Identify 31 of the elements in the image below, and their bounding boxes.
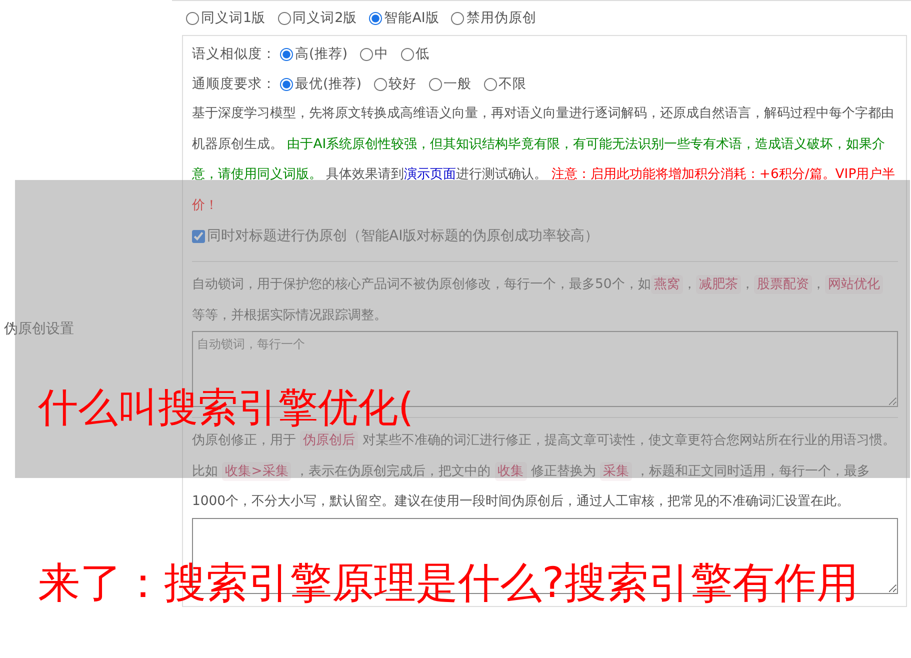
radio-button[interactable] xyxy=(280,48,293,60)
demo-link[interactable]: 演示页面 xyxy=(404,167,456,182)
section-label: 伪原创设置 xyxy=(4,320,74,338)
radio-button[interactable] xyxy=(374,78,387,90)
option-label[interactable]: 低 xyxy=(416,45,430,63)
radio-button[interactable] xyxy=(400,48,414,60)
option-label[interactable]: 一般 xyxy=(444,75,472,93)
lock-words-description: 自动锁词，用于保护您的核心产品词不被伪原创修改，每行一个，最多50个，如 燕窝 ， 减肥茶 ， 股票配资 ， 网站优化 等等，并根据实际情况跟踪调整。 xyxy=(192,270,898,331)
option-label[interactable]: 同义词1版 xyxy=(201,9,266,27)
radio-button[interactable] xyxy=(428,78,442,90)
correction-description: 伪原创修正，用于 伪原创后 对某些不准确的词汇进行修正，提高文章可读性，使文章更符合您网站所在行业的用语习惯。比如 收集>采集 ，表示在伪原创完成后，把文中的 收集 修正替换为 采集 ，标题和正文同时适用，每行一个，最多1000个，不分大小写，默认留空。建议在使用一段时间伪原创后，通过人工审核，把常见的不准确词汇设置在此。 xyxy=(192,430,896,511)
fluency-label: 通顺度要求： xyxy=(192,75,276,93)
option-label[interactable]: 最优(推荐) xyxy=(295,75,362,93)
radio-button[interactable] xyxy=(186,12,199,24)
radio-button[interactable] xyxy=(369,12,382,24)
option-label[interactable]: 同义词2版 xyxy=(292,9,358,27)
description-text: 基于深度学习模型，先将原文转换成高维语义向量，再对语义向量进行逐词解码，还原成自然语言，解码过程中每个字都由机器原创生成。 由于AI系统原创性较强，但其知识结构毕竟有限，有可能无法识别一些专有术语，造成语义破坏，如果介意，请使用同义词版。 具体效果请到演示页面进行测试确认。 注意：启用此功能将增加积分消耗：+6积分/篇。VIP用户半价！ xyxy=(192,105,896,214)
radio-button[interactable] xyxy=(451,12,464,24)
radio-button[interactable] xyxy=(280,78,293,90)
radio-button[interactable] xyxy=(278,12,291,24)
option-label[interactable]: 不限 xyxy=(498,75,527,93)
option-label[interactable]: 禁用伪原创 xyxy=(466,9,536,27)
radio-button[interactable] xyxy=(484,78,497,90)
title-checkbox[interactable] xyxy=(192,230,205,242)
similarity-label: 语义相似度： xyxy=(192,45,276,63)
option-label[interactable]: 高(推荐) xyxy=(295,45,348,63)
overlay-caption: 来了：搜索引擎原理是什么?搜索引擎有作用 xyxy=(38,557,858,609)
option-label[interactable]: 中 xyxy=(374,45,389,63)
radio-button[interactable] xyxy=(360,48,373,60)
option-label[interactable]: 智能AI版 xyxy=(384,9,440,27)
option-label[interactable]: 较好 xyxy=(388,75,417,93)
